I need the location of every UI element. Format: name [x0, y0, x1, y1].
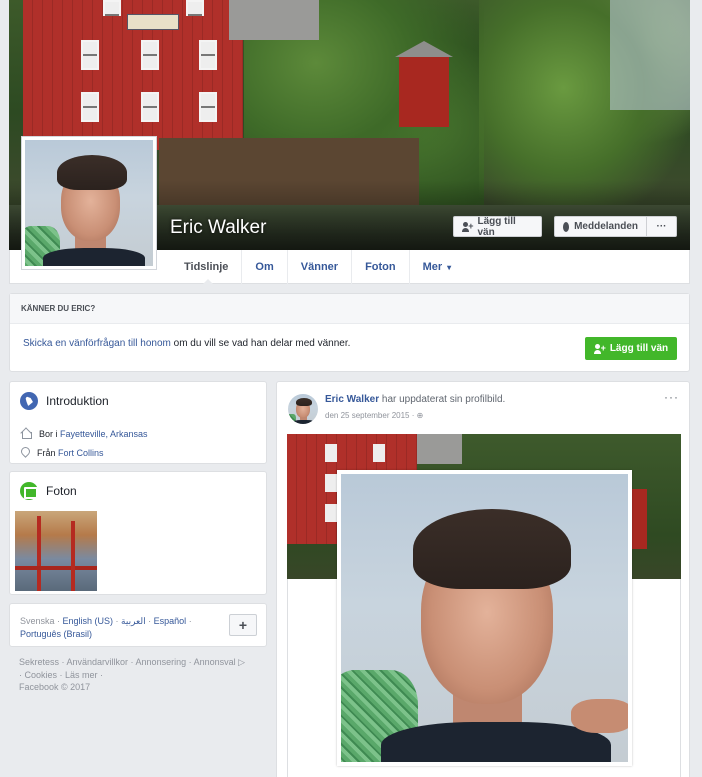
add-friend-icon: + [593, 343, 606, 354]
language-current: Svenska [20, 616, 55, 626]
language-portuguese[interactable]: Português (Brasil) [20, 629, 92, 639]
profile-picture[interactable] [21, 136, 157, 270]
card-title: KÄNNER DU ERIC? [10, 294, 689, 324]
globe-icon [20, 392, 38, 410]
post-profile-photo [341, 474, 628, 762]
tab-friends[interactable]: Vänner [286, 250, 351, 284]
language-spanish[interactable]: Español [154, 616, 187, 626]
post-profile-picture[interactable] [337, 470, 632, 766]
add-friend-green-button[interactable]: + Lägg till vän [585, 337, 677, 360]
add-friend-button[interactable]: + Lägg till vän [453, 216, 542, 238]
red-barn [23, 0, 243, 150]
tab-about[interactable]: Om [241, 250, 286, 284]
know-eric-card: KÄNNER DU ERIC? Skicka en vänförfrågan t… [9, 293, 690, 372]
language-arabic[interactable]: العربية [121, 616, 146, 626]
language-card: Svenska · English (US) · العربية · Españ… [9, 603, 267, 647]
card-description: om du vill se vad han delar med vänner. [170, 338, 351, 349]
home-icon [21, 428, 32, 439]
post-meta: den 25 september 2015 · ⊕ [325, 411, 423, 420]
language-english[interactable]: English (US) [63, 616, 114, 626]
footer-line-1[interactable]: Sekretess · Användarvillkor · Annonserin… [19, 656, 269, 669]
photos-card: Foton [9, 471, 267, 595]
post-date[interactable]: den 25 september 2015 · [325, 411, 414, 420]
intro-card: Introduktion Bor i Fayetteville, Arkansa… [9, 381, 267, 464]
intro-title: Introduktion [46, 394, 109, 408]
photos-title[interactable]: Foton [46, 484, 77, 498]
photos-icon [20, 482, 38, 500]
active-tab-indicator [202, 279, 214, 285]
hometown-link[interactable]: Fort Collins [58, 448, 104, 458]
lives-in-link[interactable]: Fayetteville, Arkansas [60, 429, 148, 439]
footer-line-2[interactable]: · Cookies · Läs mer · [19, 669, 269, 682]
more-options-button[interactable]: ··· [647, 216, 677, 237]
from-row: Från Fort Collins [21, 447, 104, 458]
post-author-avatar[interactable] [288, 394, 318, 424]
profile-photo [25, 140, 153, 266]
profile-tabs: Tidslinje Om Vänner Foton Mer ▾ [171, 250, 464, 284]
message-button[interactable]: Meddelanden [554, 216, 647, 237]
post-header: Eric Walker har uppdaterat sin profilbil… [325, 394, 506, 405]
public-globe-icon: ⊕ [416, 411, 424, 420]
footer-links: Sekretess · Användarvillkor · Annonserin… [19, 656, 269, 694]
location-pin-icon [21, 447, 30, 458]
add-friend-icon: + [462, 221, 473, 232]
post-card: Eric Walker har uppdaterat sin profilbil… [276, 381, 690, 777]
send-friend-request-link[interactable]: Skicka en vänförfrågan till honom [23, 338, 171, 349]
photo-thumbnail-bridge[interactable] [15, 511, 97, 591]
more-languages-button[interactable]: + [229, 614, 257, 636]
messenger-icon [563, 221, 570, 232]
adchoices-icon: ▷ [238, 657, 246, 667]
lives-in-row: Bor i Fayetteville, Arkansas [21, 428, 148, 439]
post-menu-icon[interactable]: ··· [664, 390, 679, 404]
chevron-down-icon: ▾ [447, 262, 452, 272]
tab-more[interactable]: Mer ▾ [408, 250, 465, 284]
post-author-link[interactable]: Eric Walker [325, 394, 379, 405]
profile-name[interactable]: Eric Walker [170, 217, 266, 239]
footer-copyright: Facebook © 2017 [19, 682, 91, 692]
tab-photos[interactable]: Foton [351, 250, 409, 284]
